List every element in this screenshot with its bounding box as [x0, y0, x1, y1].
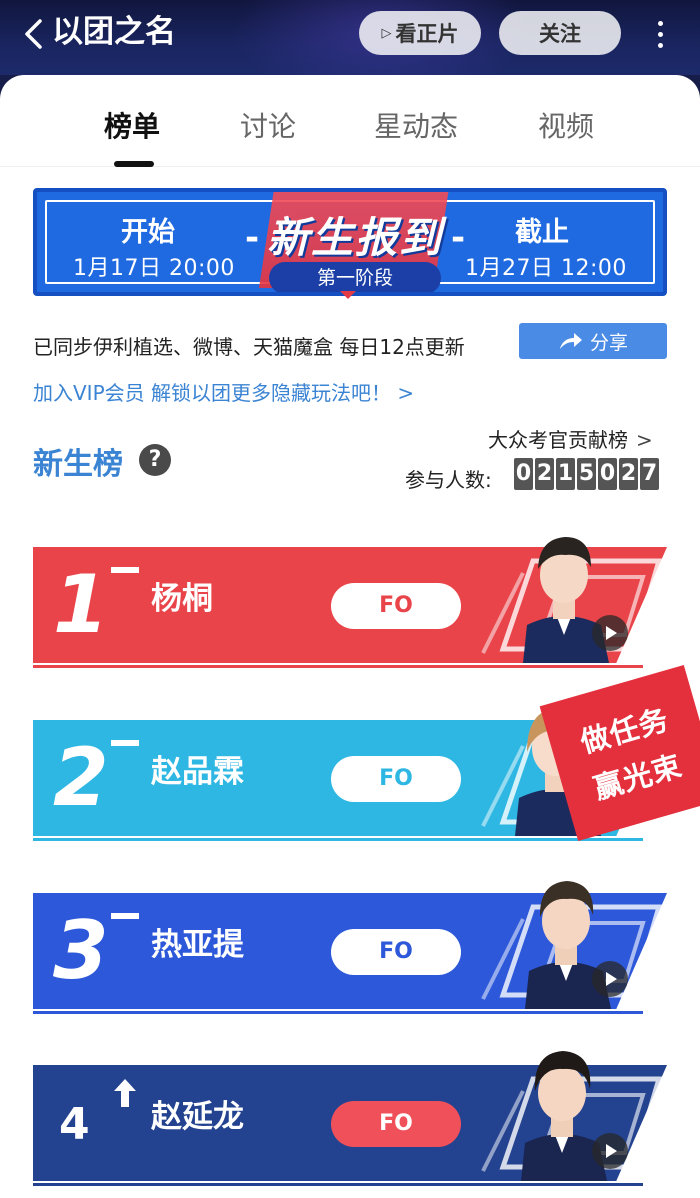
follow-button[interactable]: 关注	[499, 11, 621, 55]
rank-number: 4	[59, 1099, 90, 1150]
tab-ranking[interactable]: 榜单	[104, 109, 160, 145]
stage-badge: 第一阶段	[269, 262, 441, 292]
tab-video[interactable]: 视频	[538, 109, 594, 145]
banner-dash-right: -	[451, 218, 466, 258]
follow-fo-button[interactable]: FO	[331, 929, 461, 975]
contestant-name: 赵延龙	[151, 1099, 244, 1135]
counter-digit: 5	[577, 458, 596, 490]
chevron-left-icon	[25, 19, 42, 49]
rank-number: 1	[53, 558, 109, 651]
banner-title: 新生报到	[266, 213, 443, 262]
play-triangle-icon: ▷	[381, 25, 392, 41]
more-menu-button[interactable]	[648, 14, 672, 54]
back-button[interactable]	[18, 14, 48, 54]
play-video-button[interactable]	[592, 615, 628, 651]
trend-up-icon	[114, 1079, 136, 1107]
follow-fo-button[interactable]: FO	[331, 583, 461, 629]
counter-digit: 2	[619, 458, 638, 490]
rank-card-4[interactable]: 4 赵延龙 FO	[33, 1051, 667, 1186]
end-time: 1月27日 12:00	[465, 256, 627, 281]
counter-digit: 0	[598, 458, 617, 490]
help-icon[interactable]: ?	[139, 444, 171, 476]
participants-counter: 0 2 1 5 0 2 7	[514, 458, 659, 490]
follow-fo-button[interactable]: FO	[331, 756, 461, 802]
banner-pointer	[340, 291, 356, 299]
tab-discussion[interactable]: 讨论	[240, 109, 296, 145]
share-arrow-icon	[559, 333, 582, 349]
counter-digit: 0	[514, 458, 533, 490]
sync-notice: 已同步伊利植选、微博、天猫魔盒 每日12点更新	[33, 335, 465, 359]
contestant-name: 热亚提	[151, 927, 244, 963]
board-title: 新生榜	[33, 447, 123, 482]
rank-number: 2	[53, 731, 109, 824]
contestant-name: 杨桐	[151, 581, 213, 617]
rank-card-1[interactable]: 1 杨桐 FO	[33, 537, 667, 668]
rank-underline	[33, 838, 643, 841]
watch-episode-button[interactable]: ▷ 看正片	[359, 11, 481, 55]
rank-number: 3	[53, 904, 109, 997]
rank-card-3[interactable]: 3 热亚提 FO	[33, 881, 667, 1014]
tab-star-updates[interactable]: 星动态	[374, 109, 458, 145]
rank-underline	[33, 1183, 643, 1186]
counter-digit: 7	[640, 458, 659, 490]
vip-promo-link[interactable]: 加入VIP会员 解锁以团更多隐藏玩法吧！ >	[33, 377, 414, 406]
participants-label: 参与人数:	[405, 468, 492, 492]
contributors-link-label: 大众考官贡献榜	[488, 428, 628, 452]
end-label: 截止	[515, 217, 569, 248]
contributors-link[interactable]: 大众考官贡献榜 >	[488, 424, 653, 453]
more-dot	[657, 31, 663, 37]
counter-digit: 2	[535, 458, 554, 490]
event-banner: 开始 1月17日 20:00 - 新生报到 - 第一阶段 截止 1月27日 12…	[33, 188, 667, 296]
play-icon	[606, 626, 617, 640]
play-video-button[interactable]	[592, 961, 628, 997]
start-time: 1月17日 20:00	[73, 256, 235, 281]
trend-flat-icon	[111, 740, 139, 746]
play-icon	[606, 972, 617, 986]
contestant-name: 赵品霖	[151, 754, 244, 790]
chevron-right-icon: >	[636, 428, 653, 452]
play-icon	[606, 1144, 617, 1158]
more-dot	[657, 42, 663, 48]
play-video-button[interactable]	[592, 1133, 628, 1169]
share-label: 分享	[589, 331, 628, 354]
counter-digit: 1	[556, 458, 575, 490]
trend-flat-icon	[111, 567, 139, 573]
trend-flat-icon	[111, 913, 139, 919]
tab-bar: 榜单 讨论 星动态 视频	[0, 75, 700, 167]
more-dot	[657, 20, 663, 26]
rank-underline	[33, 1011, 643, 1014]
page-title: 以团之名	[52, 14, 176, 50]
share-button[interactable]: 分享	[519, 323, 667, 359]
watch-episode-label: 看正片	[395, 22, 459, 46]
content-sheet: 榜单 讨论 星动态 视频 开始 1月17日 20:00 - 新生报到 - 第一阶…	[0, 75, 700, 1198]
active-tab-indicator	[114, 161, 154, 167]
follow-fo-button[interactable]: FO	[331, 1101, 461, 1147]
top-bar: 以团之名 ▷ 看正片 关注	[0, 0, 700, 75]
start-label: 开始	[121, 217, 175, 248]
rank-underline	[33, 665, 643, 668]
